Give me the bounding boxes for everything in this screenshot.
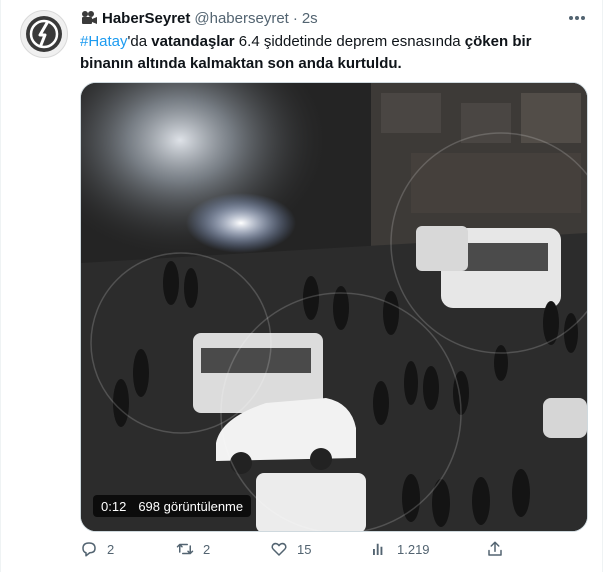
user-handle[interactable]: @haberseyret [194, 10, 288, 27]
more-icon [569, 16, 585, 20]
reply-button[interactable]: 2 [80, 540, 114, 558]
text-part-2: 6.4 şiddetinde deprem esnasında [234, 33, 465, 50]
more-button[interactable] [564, 8, 590, 28]
tweet-header: HaberSeyret @haberseyret · 2s [80, 8, 318, 28]
reply-icon [82, 542, 96, 557]
timestamp[interactable]: 2s [302, 10, 318, 27]
share-button[interactable] [486, 540, 504, 558]
text-bold-1: vatandaşlar [151, 33, 235, 50]
like-count: 15 [297, 541, 312, 557]
video-duration: 0:12 [101, 498, 127, 514]
tweet-text: #Hatay'da vatandaşlar 6.4 şiddetinde dep… [80, 31, 580, 75]
separator-dot: · [292, 9, 298, 27]
video-frame [81, 83, 587, 531]
reply-count: 2 [107, 541, 115, 557]
hashtag-link[interactable]: #Hatay [80, 33, 128, 50]
views-count: 1.219 [397, 541, 430, 557]
like-button[interactable]: 15 [270, 540, 311, 558]
camera-icon [80, 10, 98, 26]
views-button[interactable]: 1.219 [370, 540, 430, 558]
retweet-icon [176, 543, 194, 555]
frame-border-left [0, 0, 1, 572]
video-view-count: 698 görüntülenme [138, 498, 244, 514]
text-part-1: 'da [127, 33, 152, 50]
retweet-count: 2 [203, 541, 211, 557]
like-icon [271, 542, 287, 556]
avatar[interactable] [20, 10, 68, 58]
tweet-actions: 2 2 15 1.219 [80, 540, 580, 566]
display-name[interactable]: HaberSeyret [102, 10, 190, 27]
video-badge: 0:12 698 görüntülenme [93, 495, 252, 517]
share-icon [488, 541, 502, 556]
video-player[interactable]: 0:12 698 görüntülenme [80, 82, 588, 532]
frame-border-right [602, 0, 603, 572]
retweet-button[interactable]: 2 [176, 540, 210, 558]
views-icon [373, 543, 383, 555]
avatar-logo-icon [26, 16, 62, 52]
